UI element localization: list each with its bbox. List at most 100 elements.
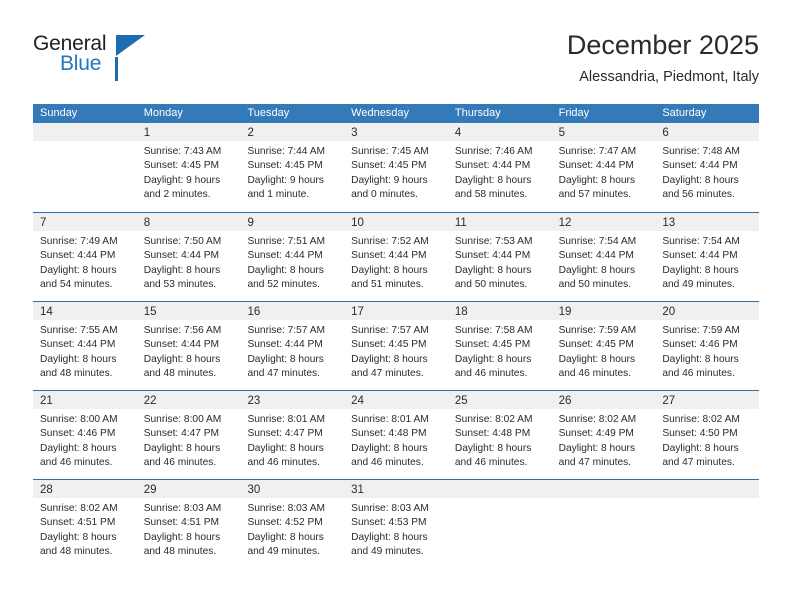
calendar-day-cell[interactable]: 22 Sunrise: 8:00 AM Sunset: 4:47 PM Dayligh… [136, 391, 241, 479]
calendar-page: General Blue December 2025 Alessandria, … [0, 0, 792, 612]
day-number: 27 [662, 395, 676, 407]
calendar-day-cell-empty [551, 480, 656, 568]
day-number: 6 [662, 127, 669, 139]
day-number: 31 [351, 484, 364, 496]
calendar-day-cell[interactable]: 7 Sunrise: 7:49 AM Sunset: 4:44 PM Daylight… [33, 213, 137, 301]
calendar-day-cell[interactable]: 24 Sunrise: 8:01 AM Sunset: 4:48 PM Dayligh… [344, 391, 448, 479]
daylight-text-cont: and 53 minutes. [143, 279, 217, 291]
calendar-day-cell[interactable]: 4 Sunrise: 7:46 AM Sunset: 4:44 PM Daylight… [447, 123, 552, 212]
calendar-day-cell[interactable]: 5 Sunrise: 7:47 AM Sunset: 4:44 PM Daylight… [551, 123, 656, 212]
daylight-text-cont: and 48 minutes. [40, 368, 113, 380]
calendar-day-cell[interactable]: 15 Sunrise: 7:56 AM Sunset: 4:44 PM Dayligh… [136, 302, 241, 390]
calendar-day-cell[interactable]: 9 Sunrise: 7:51 AM Sunset: 4:44 PM Daylight… [240, 213, 345, 301]
day-number: 30 [247, 484, 261, 496]
daylight-text: Daylight: 8 hours [351, 264, 428, 276]
daylight-text-cont: and 2 minutes. [143, 189, 211, 201]
calendar-day-cell[interactable]: 25 Sunrise: 8:02 AM Sunset: 4:48 PM Dayligh… [447, 391, 552, 479]
day-number-band: 15 [136, 302, 241, 320]
calendar-day-cell[interactable]: 8 Sunrise: 7:50 AM Sunset: 4:44 PM Daylight… [136, 213, 241, 301]
logo-text-blue: Blue [60, 52, 102, 75]
sunset-text: Sunset: 4:44 PM [40, 250, 116, 262]
calendar-day-cell[interactable]: 12 Sunrise: 7:54 AM Sunset: 4:44 PM Dayligh… [551, 213, 656, 301]
day-number-band: 28 [33, 480, 137, 498]
calendar-week-row: 7 Sunrise: 7:49 AM Sunset: 4:44 PM Daylight… [33, 212, 760, 301]
day-number-band: 10 [344, 213, 448, 231]
sunrise-text: Sunrise: 7:59 AM [662, 325, 740, 336]
sunrise-text: Sunrise: 7:53 AM [454, 236, 533, 247]
sunrise-text: Sunrise: 7:46 AM [454, 146, 533, 157]
daylight-text: Daylight: 8 hours [40, 531, 117, 543]
calendar-day-cell[interactable]: 11 Sunrise: 7:53 AM Sunset: 4:44 PM Dayligh… [447, 213, 552, 301]
daylight-text-cont: and 47 minutes. [558, 457, 632, 469]
day-number-band: 5 [551, 123, 656, 141]
calendar-day-cell[interactable]: 27 Sunrise: 8:02 AM Sunset: 4:50 PM Dayligh… [655, 391, 760, 479]
daylight-text-cont: and 49 minutes. [247, 546, 320, 558]
daylight-text: Daylight: 8 hours [662, 353, 739, 365]
calendar-day-cell[interactable]: 30 Sunrise: 8:03 AM Sunset: 4:52 PM Dayligh… [240, 480, 345, 568]
sunset-text: Sunset: 4:44 PM [662, 250, 738, 262]
day-detail-lines: Sunrise: 7:43 AM Sunset: 4:45 PM Daylight:… [137, 141, 241, 203]
calendar-day-cell[interactable]: 18 Sunrise: 7:58 AM Sunset: 4:45 PM Dayligh… [447, 302, 552, 390]
day-number: 9 [247, 217, 254, 229]
daylight-text: Daylight: 8 hours [558, 264, 636, 276]
calendar-day-cell[interactable]: 20 Sunrise: 7:59 AM Sunset: 4:46 PM Dayligh… [655, 302, 760, 390]
calendar-day-cell[interactable]: 28 Sunrise: 8:02 AM Sunset: 4:51 PM Dayligh… [33, 480, 137, 568]
daylight-text: Daylight: 8 hours [247, 531, 324, 543]
calendar-day-cell[interactable]: 17 Sunrise: 7:57 AM Sunset: 4:45 PM Dayligh… [344, 302, 448, 390]
daylight-text: Daylight: 8 hours [662, 174, 739, 186]
calendar-day-cell[interactable]: 1 Sunrise: 7:43 AM Sunset: 4:45 PM Daylight… [136, 123, 241, 212]
day-number-band: 7 [33, 213, 137, 231]
day-number: 26 [558, 395, 572, 407]
sunset-text: Sunset: 4:44 PM [454, 250, 531, 262]
daylight-text-cont: and 46 minutes. [558, 368, 632, 380]
sunset-text: Sunset: 4:52 PM [247, 517, 323, 529]
day-number-band: 27 [655, 391, 760, 409]
day-detail-lines: Sunrise: 7:51 AM Sunset: 4:44 PM Daylight:… [240, 231, 344, 293]
day-number: 5 [558, 127, 565, 139]
daylight-text-cont: and 47 minutes. [351, 368, 424, 380]
sunrise-text: Sunrise: 7:52 AM [351, 236, 429, 247]
calendar-day-cell[interactable]: 29 Sunrise: 8:03 AM Sunset: 4:51 PM Dayligh… [136, 480, 241, 568]
calendar-day-cell[interactable]: 31 Sunrise: 8:03 AM Sunset: 4:53 PM Dayligh… [344, 480, 448, 568]
calendar-day-cell[interactable]: 26 Sunrise: 8:02 AM Sunset: 4:49 PM Dayligh… [551, 391, 656, 479]
calendar-day-cell[interactable]: 21 Sunrise: 8:00 AM Sunset: 4:46 PM Dayligh… [33, 391, 137, 479]
daylight-text: Daylight: 8 hours [454, 264, 532, 276]
calendar-day-cell[interactable]: 13 Sunrise: 7:54 AM Sunset: 4:44 PM Dayligh… [655, 213, 760, 301]
day-number-band: 1 [136, 123, 241, 141]
day-detail-lines: Sunrise: 8:01 AM Sunset: 4:47 PM Daylight:… [240, 409, 344, 471]
calendar-day-cell[interactable]: 14 Sunrise: 7:55 AM Sunset: 4:44 PM Dayligh… [33, 302, 137, 390]
sunset-text: Sunset: 4:51 PM [143, 517, 220, 529]
sunset-text: Sunset: 4:47 PM [247, 428, 323, 440]
sunrise-text: Sunrise: 7:44 AM [247, 146, 326, 157]
page-header: General Blue December 2025 Alessandria, … [33, 28, 759, 100]
calendar-day-cell[interactable]: 3 Sunrise: 7:45 AM Sunset: 4:45 PM Daylight… [344, 123, 448, 212]
calendar-day-cell[interactable]: 2 Sunrise: 7:44 AM Sunset: 4:45 PM Daylight… [240, 123, 345, 212]
day-number: 11 [454, 217, 467, 229]
calendar-day-cell[interactable]: 23 Sunrise: 8:01 AM Sunset: 4:47 PM Dayligh… [240, 391, 345, 479]
day-number-band: 9 [240, 213, 345, 231]
day-number-band: 21 [33, 391, 137, 409]
daylight-text-cont: and 48 minutes. [40, 546, 113, 558]
day-number-band: 12 [551, 213, 656, 231]
daylight-text-cont: and 48 minutes. [143, 368, 217, 380]
sunrise-text: Sunrise: 7:59 AM [558, 325, 637, 336]
day-number: 7 [40, 217, 47, 229]
day-number-band: 2 [240, 123, 345, 141]
daylight-text: Daylight: 8 hours [247, 442, 324, 454]
daylight-text: Daylight: 8 hours [40, 264, 117, 276]
sunset-text: Sunset: 4:51 PM [40, 517, 116, 529]
sunset-text: Sunset: 4:44 PM [143, 250, 220, 262]
day-detail-lines: Sunrise: 8:00 AM Sunset: 4:46 PM Daylight:… [33, 409, 137, 471]
day-number-band: 18 [447, 302, 552, 320]
calendar-day-cell[interactable]: 19 Sunrise: 7:59 AM Sunset: 4:45 PM Dayligh… [551, 302, 656, 390]
sunset-text: Sunset: 4:44 PM [558, 160, 634, 172]
daylight-text: Daylight: 9 hours [247, 174, 324, 186]
daylight-text: Daylight: 8 hours [40, 442, 117, 454]
calendar-day-cell[interactable]: 10 Sunrise: 7:52 AM Sunset: 4:44 PM Dayligh… [344, 213, 448, 301]
calendar-day-cell[interactable]: 16 Sunrise: 7:57 AM Sunset: 4:44 PM Dayligh… [240, 302, 345, 390]
day-number-band: 16 [240, 302, 345, 320]
calendar-day-cell[interactable]: 6 Sunrise: 7:48 AM Sunset: 4:44 PM Daylight… [655, 123, 760, 212]
day-detail-lines: Sunrise: 8:02 AM Sunset: 4:51 PM Daylight:… [33, 498, 137, 560]
sunset-text: Sunset: 4:47 PM [143, 428, 220, 440]
day-number: 23 [247, 395, 261, 407]
